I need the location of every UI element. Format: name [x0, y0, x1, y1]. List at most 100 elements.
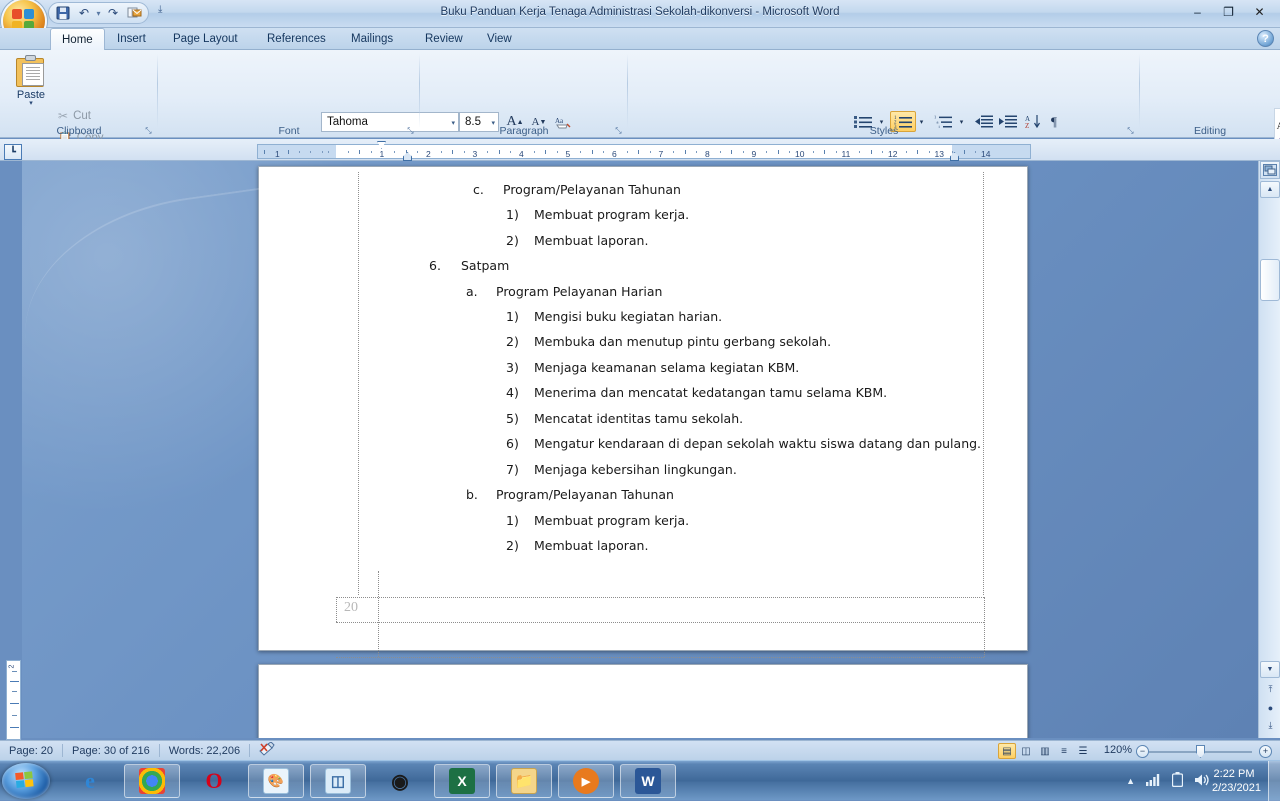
clock-time: 2:22 PM — [1213, 768, 1255, 780]
list-marker: 2) — [506, 233, 519, 248]
notepad-icon: ◫ — [325, 768, 351, 794]
draft-view-button[interactable]: ☰ — [1074, 743, 1092, 759]
tab-references[interactable]: References — [256, 28, 337, 50]
document-line: 2) Membuat laporan. — [506, 233, 648, 248]
window-controls: – ❐ ✕ — [1183, 2, 1274, 22]
status-page-of-total[interactable]: Page: 30 of 216 — [63, 745, 159, 757]
status-word-count[interactable]: Words: 22,206 — [160, 745, 249, 757]
document-line: c. Program/Pelayanan Tahunan — [473, 182, 681, 197]
list-marker: 2) — [506, 334, 519, 349]
list-marker: 3) — [506, 360, 519, 375]
show-hidden-icons-button[interactable]: ▲ — [1126, 776, 1135, 786]
next-page-button[interactable]: ⤓ — [1262, 717, 1279, 734]
cut-button[interactable]: ✂ Cut — [58, 106, 91, 125]
document-line: b. Program/Pelayanan Tahunan — [466, 487, 674, 502]
scroll-up-button[interactable]: ▲ — [1260, 181, 1280, 198]
full-screen-reading-view-button[interactable]: ◫ — [1017, 743, 1035, 759]
taskbar-microsoft-word[interactable]: W — [620, 764, 676, 798]
tab-stop-selector[interactable]: ┗ — [4, 144, 22, 160]
cut-label: Cut — [73, 109, 91, 122]
paste-icon — [16, 55, 46, 87]
horizontal-ruler[interactable]: 1 1 2 3 4 5 6 7 8 9 10 11 12 13 14 — [257, 144, 1031, 159]
page-footer-table[interactable]: 20 — [336, 571, 985, 658]
scrollbar-thumb[interactable] — [1260, 259, 1280, 301]
internet-explorer-icon: e — [85, 768, 95, 793]
taskbar-internet-explorer[interactable]: e — [62, 764, 118, 798]
select-browse-object-button[interactable]: ● — [1262, 699, 1279, 716]
zoom-slider-thumb[interactable] — [1196, 745, 1205, 758]
document-canvas[interactable]: c. Program/Pelayanan Tahunan 1) Membuat pro… — [22, 161, 1258, 738]
document-page-next[interactable] — [258, 664, 1028, 738]
scroll-down-button[interactable]: ▼ — [1260, 661, 1280, 678]
paragraph-dialog-launcher[interactable]: ⤡ — [613, 125, 624, 136]
taskbar-media-player-classic[interactable]: ◉ — [372, 764, 428, 798]
status-bar: Page: 20 Page: 30 of 216 Words: 22,206 ▤… — [0, 740, 1280, 760]
paste-button[interactable]: Paste ▾ — [10, 55, 52, 117]
windows-logo-icon — [15, 771, 37, 791]
tab-page-layout[interactable]: Page Layout — [162, 28, 249, 50]
document-line: 1) Membuat program kerja. — [506, 513, 689, 528]
vertical-ruler[interactable]: 2 — [6, 660, 21, 740]
document-line: a. Program Pelayanan Harian — [466, 284, 662, 299]
taskbar-google-chrome[interactable] — [124, 764, 180, 798]
taskbar-notepad[interactable]: ◫ — [310, 764, 366, 798]
taskbar-windows-explorer[interactable]: 📁 — [496, 764, 552, 798]
list-marker: 6. — [429, 258, 441, 273]
group-label-styles: Styles — [869, 125, 899, 137]
line-text: Membuat laporan. — [534, 538, 649, 553]
start-button[interactable] — [2, 763, 50, 799]
document-line: 6. Satpam — [429, 258, 509, 273]
outline-view-button[interactable]: ≡ — [1055, 743, 1073, 759]
minimize-button[interactable]: – — [1183, 2, 1212, 22]
vertical-scrollbar[interactable]: ▲ ▼ ⤒ ● ⤓ — [1258, 161, 1280, 738]
ruler-tick: 11 — [841, 149, 851, 159]
paste-dropdown-icon[interactable]: ▾ — [29, 100, 33, 107]
scissors-icon: ✂ — [58, 108, 69, 123]
split-window-icon[interactable] — [1260, 161, 1280, 179]
styles-dialog-launcher[interactable]: ⤡ — [1125, 125, 1136, 136]
status-current-page[interactable]: Page: 20 — [0, 745, 62, 757]
vertical-ruler-tick: 2 — [8, 664, 16, 669]
list-marker: c. — [473, 182, 484, 197]
restore-button[interactable]: ❐ — [1214, 2, 1243, 22]
taskbar-paint[interactable]: 🎨 — [248, 764, 304, 798]
volume-icon[interactable] — [1194, 773, 1210, 790]
ruler-tick: 9 — [751, 149, 757, 159]
system-tray: ▲ — [1126, 761, 1210, 801]
document-page-current[interactable]: c. Program/Pelayanan Tahunan 1) Membuat pro… — [258, 166, 1028, 658]
tab-insert[interactable]: Insert — [106, 28, 157, 50]
tab-mailings[interactable]: Mailings — [340, 28, 404, 50]
tab-review[interactable]: Review — [414, 28, 474, 50]
line-text: Mencatat identitas tamu sekolah. — [534, 411, 744, 426]
tab-view[interactable]: View — [476, 28, 523, 50]
zoom-level-label[interactable]: 120% — [1104, 744, 1132, 756]
list-marker: 1) — [506, 513, 519, 528]
ruler-tick: 5 — [565, 149, 571, 159]
line-text: Satpam — [461, 258, 510, 273]
taskbar-media-player[interactable]: ▶ — [558, 764, 614, 798]
ruler-tick: 8 — [705, 149, 710, 159]
taskbar-opera[interactable]: O — [186, 764, 242, 798]
print-layout-view-button[interactable]: ▤ — [998, 743, 1016, 759]
document-line: 2) Membuat laporan. — [506, 538, 648, 553]
close-button[interactable]: ✕ — [1245, 2, 1274, 22]
font-dialog-launcher[interactable]: ⤡ — [405, 125, 416, 136]
proofing-errors-icon[interactable] — [250, 741, 284, 759]
previous-page-button[interactable]: ⤒ — [1262, 681, 1279, 698]
window-title: Buku Panduan Kerja Tenaga Administrasi S… — [440, 6, 840, 18]
document-line: 3) Menjaga keamanan selama kegiatan KBM. — [506, 360, 799, 375]
ruler-tick: 3 — [472, 149, 478, 159]
taskbar-microsoft-excel[interactable]: X — [434, 764, 490, 798]
document-line: 7) Menjaga kebersihan lingkungan. — [506, 462, 737, 477]
zoom-out-button[interactable]: − — [1136, 745, 1149, 758]
taskbar-clock[interactable]: 2:22 PM 2/23/2021 — [1212, 767, 1261, 795]
help-icon[interactable]: ? — [1257, 30, 1274, 47]
web-layout-view-button[interactable]: ▥ — [1036, 743, 1054, 759]
clipboard-dialog-launcher[interactable]: ⤡ — [143, 125, 154, 136]
network-icon[interactable] — [1146, 773, 1161, 789]
tab-home[interactable]: Home — [50, 28, 105, 51]
zoom-in-button[interactable]: + — [1259, 745, 1272, 758]
battery-icon[interactable] — [1171, 772, 1184, 790]
chrome-icon — [139, 768, 165, 794]
show-desktop-button[interactable] — [1268, 761, 1280, 801]
